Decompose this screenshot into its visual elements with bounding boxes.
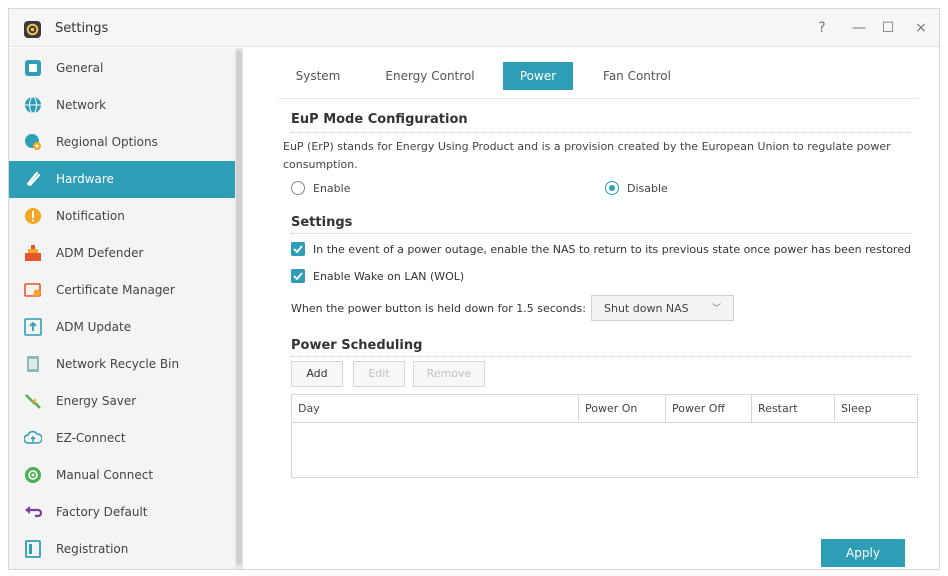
close-icon[interactable]: × [908,15,934,41]
sidebar-item-label: Network [56,98,107,112]
sidebar-scrollbar[interactable] [235,48,243,569]
tab-energy-control[interactable]: Energy Control [371,62,489,90]
help-icon[interactable]: ? [809,15,835,41]
table-header: Day Power On Power Off Restart Sleep [292,395,917,423]
remove-button[interactable]: Remove [413,361,485,387]
sidebar-item-adm-update[interactable]: ADM Update [9,309,235,346]
eup-disable-radio[interactable] [605,181,619,195]
sidebar-item-label: Regional Options [56,135,158,149]
sidebar-item-notification[interactable]: Notification [9,198,235,235]
eup-section-title: EuP Mode Configuration [291,112,468,127]
sidebar-item-label: Manual Connect [56,468,154,482]
sidebar-item-network[interactable]: Network [9,87,235,124]
sidebar-item-label: Notification [56,209,125,223]
section-divider [291,356,911,357]
power-restore-label: In the event of a power outage, enable t… [313,243,911,256]
sidebar-item-label: ADM Defender [56,246,144,260]
add-button[interactable]: Add [291,361,343,387]
sidebar-item-registration[interactable]: Registration [9,531,235,568]
window-title: Settings [55,21,109,36]
registration-icon [24,540,42,558]
tab-system[interactable]: System [279,62,357,90]
recycle-bin-icon [24,355,42,373]
sidebar-item-adm-defender[interactable]: ADM Defender [9,235,235,272]
column-header-restart[interactable]: Restart [752,395,835,423]
sidebar-item-regional-options[interactable]: Regional Options [9,124,235,161]
sidebar: General Network Regional Options Hardwar… [9,48,235,569]
energy-saver-icon [24,392,42,410]
column-header-power-on[interactable]: Power On [579,395,666,423]
sidebar-item-label: Energy Saver [56,394,137,408]
eup-enable-radio[interactable] [291,181,305,195]
cloud-icon [23,429,43,447]
sidebar-item-label: EZ-Connect [56,431,126,445]
sidebar-item-certificate-manager[interactable]: Certificate Manager [9,272,235,309]
sidebar-item-hardware[interactable]: Hardware [9,161,235,198]
chevron-down-icon: ﹀ [712,304,722,314]
power-restore-checkbox[interactable] [291,242,305,256]
sidebar-item-label: Factory Default [56,505,148,519]
maximize-icon[interactable]: ☐ [875,15,901,41]
power-button-label: When the power button is held down for 1… [291,302,586,315]
update-icon [24,318,42,336]
sidebar-item-general[interactable]: General [9,50,235,87]
main-content: System Energy Control Power Fan Control … [245,48,939,569]
wake-on-lan-checkbox[interactable] [291,269,305,283]
wake-on-lan-label: Enable Wake on LAN (WOL) [313,270,465,283]
tabs-divider [279,98,919,99]
column-header-sleep[interactable]: Sleep [835,395,917,423]
power-button-select[interactable]: Shut down NAS ﹀ [591,295,734,321]
sidebar-item-ez-connect[interactable]: EZ-Connect [9,420,235,457]
eup-enable-label: Enable [313,182,351,195]
scheduling-section-title: Power Scheduling [291,338,423,353]
tab-fan-control[interactable]: Fan Control [591,62,683,90]
sidebar-item-network-recycle-bin[interactable]: Network Recycle Bin [9,346,235,383]
power-button-value: Shut down NAS [604,302,689,315]
globe-icon [24,96,42,114]
power-schedule-table: Day Power On Power Off Restart Sleep [291,394,918,478]
settings-section-title: Settings [291,215,353,230]
undo-icon [24,503,43,521]
hardware-icon [24,170,42,188]
general-icon [24,59,42,77]
notification-icon [24,207,42,225]
scrollbar-thumb[interactable] [236,50,242,565]
sidebar-item-label: General [56,61,104,75]
sidebar-item-label: ADM Update [56,320,132,334]
settings-window: Settings ? — ☐ × General Network Regiona… [8,8,940,570]
eup-description: EuP (ErP) stands for Energy Using Produc… [283,140,891,171]
tab-power[interactable]: Power [503,62,573,90]
minimize-icon[interactable]: — [846,15,872,41]
sidebar-item-label: Hardware [56,172,114,186]
column-header-day[interactable]: Day [292,395,579,423]
sidebar-item-label: Network Recycle Bin [56,357,180,371]
sidebar-item-label: Registration [56,542,129,556]
regional-icon [24,133,42,151]
sidebar-item-label: Certificate Manager [56,283,175,297]
settings-app-icon [24,21,41,38]
manual-connect-icon [24,466,42,484]
section-divider [291,132,911,133]
sidebar-item-energy-saver[interactable]: Energy Saver [9,383,235,420]
sidebar-item-factory-default[interactable]: Factory Default [9,494,235,531]
column-header-power-off[interactable]: Power Off [666,395,752,423]
edit-button[interactable]: Edit [353,361,405,387]
defender-icon [24,244,42,262]
certificate-icon [24,281,42,299]
apply-button[interactable]: Apply [821,539,905,567]
sidebar-item-manual-connect[interactable]: Manual Connect [9,457,235,494]
eup-disable-label: Disable [627,182,668,195]
title-bar: Settings ? — ☐ × [9,9,939,47]
section-divider [291,233,911,234]
